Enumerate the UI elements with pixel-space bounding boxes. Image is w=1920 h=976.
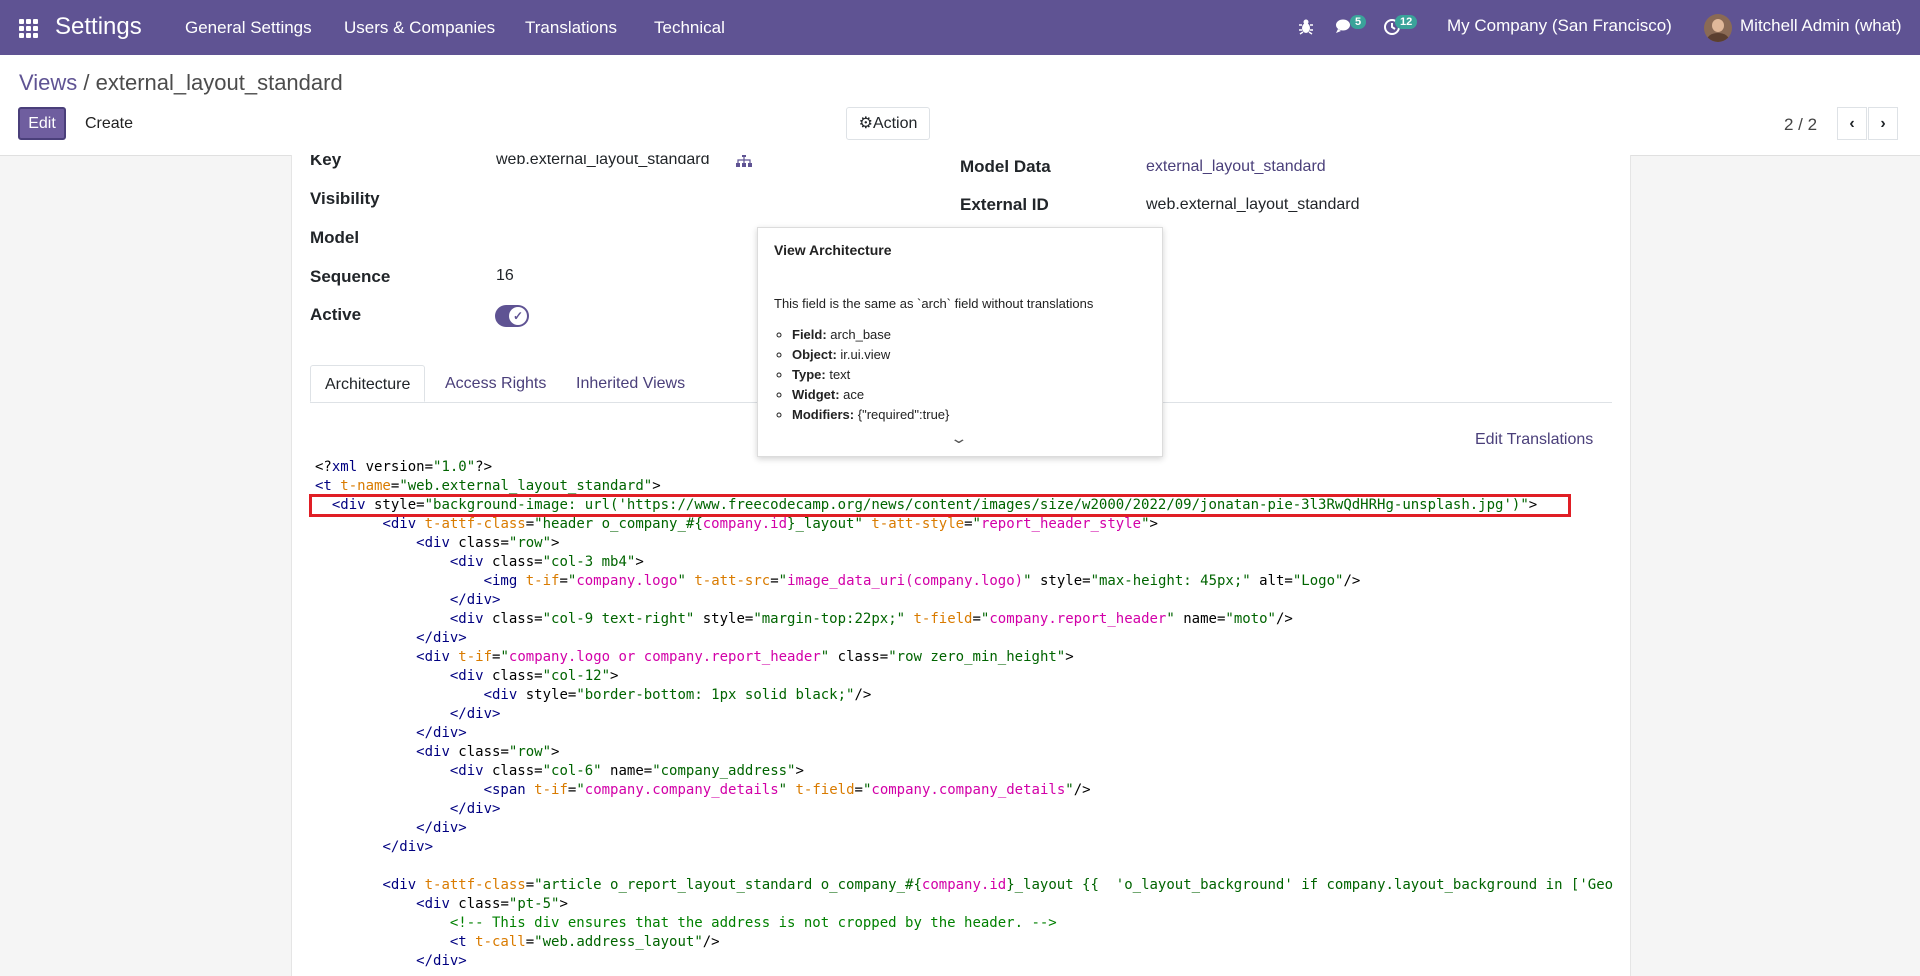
field-tooltip: View Architecture This field is the same… xyxy=(757,227,1163,457)
check-icon: ✓ xyxy=(509,307,527,325)
tooltip-item: Widget: ace xyxy=(792,385,949,405)
sequence-value[interactable]: 16 xyxy=(496,267,514,285)
visibility-label: Visibility xyxy=(310,189,380,208)
code-line: </div> xyxy=(382,839,434,855)
debug-bug-icon[interactable] xyxy=(1298,17,1314,40)
sequence-label: Sequence xyxy=(310,267,391,286)
hierarchy-icon[interactable] xyxy=(736,155,752,172)
tooltip-item: Object: ir.ui.view xyxy=(792,345,949,365)
action-button[interactable]: ⚙Action xyxy=(846,107,930,140)
chevron-down-icon: ⌄ xyxy=(949,430,969,446)
arch-code-editor[interactable]: <?xml version="1.0"?> <t t-name="web.exte… xyxy=(315,458,1613,971)
code-line: </div> xyxy=(416,820,467,836)
user-menu[interactable]: Mitchell Admin (what) xyxy=(1740,16,1902,36)
action-button-label: Action xyxy=(872,115,918,132)
tooltip-description: This field is the same as `arch` field w… xyxy=(774,296,1094,311)
user-avatar[interactable] xyxy=(1704,14,1732,42)
code-line: </div> xyxy=(449,801,501,817)
tooltip-item: Field: arch_base xyxy=(792,325,949,345)
code-line: </div> xyxy=(416,630,467,646)
key-label: Key xyxy=(310,155,342,169)
tab-architecture[interactable]: Architecture xyxy=(310,365,426,402)
tab-access-rights[interactable]: Access Rights xyxy=(431,365,560,402)
tooltip-details: Field: arch_base Object: ir.ui.view Type… xyxy=(792,325,949,425)
active-label: Active xyxy=(310,305,362,324)
apps-menu-icon[interactable] xyxy=(19,19,38,38)
code-line: <div class="col-6" name="company_address… xyxy=(449,763,804,779)
code-line: <span t-if="company.company_details" t-f… xyxy=(483,782,1091,798)
code-line: </div> xyxy=(449,706,501,722)
code-line: <?xml version="1.0"?> xyxy=(315,459,493,475)
highlight-box xyxy=(309,494,1571,517)
activities-count-badge: 12 xyxy=(1395,15,1418,29)
menu-general-settings[interactable]: General Settings xyxy=(185,18,312,38)
external-id-label: External ID xyxy=(960,195,1049,214)
code-line: <div class="col-9 text-right" style="mar… xyxy=(449,611,1293,627)
code-line: <div class="row"> xyxy=(416,744,560,760)
code-line: <div class="col-3 mb4"> xyxy=(449,554,644,570)
menu-technical[interactable]: Technical xyxy=(654,18,725,38)
code-line: <div class="col-12"> xyxy=(449,668,619,684)
breadcrumb-separator: / xyxy=(77,70,96,95)
tooltip-title: View Architecture xyxy=(774,242,892,258)
breadcrumb-views-link[interactable]: Views xyxy=(19,70,77,95)
menu-users-companies[interactable]: Users & Companies xyxy=(344,18,495,38)
code-line: </div> xyxy=(449,592,501,608)
external-id-value: web.external_layout_standard xyxy=(1146,196,1360,213)
code-line: <div t-if="company.logo or company.repor… xyxy=(416,649,1074,665)
model-data-label: Model Data xyxy=(960,157,1051,176)
app-brand[interactable]: Settings xyxy=(55,13,142,41)
edit-button[interactable]: Edit xyxy=(18,107,66,140)
tooltip-item: Type: text xyxy=(792,365,949,385)
chevron-left-icon: ‹ xyxy=(1849,115,1855,132)
edit-translations-link[interactable]: Edit Translations xyxy=(1475,431,1593,449)
code-line: <!-- This div ensures that the address i… xyxy=(449,915,1057,931)
model-data-link[interactable]: external_layout_standard xyxy=(1146,158,1326,176)
top-navbar: Settings General Settings Users & Compan… xyxy=(0,0,1920,55)
code-line: </div> xyxy=(416,953,467,969)
chevron-right-icon: › xyxy=(1880,115,1886,132)
code-line: <div t-attf-class="header o_company_#{co… xyxy=(382,516,1158,532)
key-value[interactable]: web.external_layout_standard xyxy=(496,155,709,169)
tooltip-item: Modifiers: {"required":true} xyxy=(792,405,949,425)
pager-previous-button[interactable]: ‹ xyxy=(1837,107,1867,140)
breadcrumb: Views / external_layout_standard xyxy=(19,70,343,96)
pager-next-button[interactable]: › xyxy=(1868,107,1898,140)
code-line: <t t-call="web.address_layout"/> xyxy=(449,934,720,950)
menu-translations[interactable]: Translations xyxy=(525,18,617,38)
code-line: <div t-attf-class="article o_report_layo… xyxy=(382,877,1614,893)
gear-icon: ⚙ xyxy=(858,115,873,132)
breadcrumb-current: external_layout_standard xyxy=(95,70,343,95)
active-toggle[interactable]: ✓ xyxy=(495,305,529,327)
pager-value[interactable]: 2 / 2 xyxy=(1784,115,1817,135)
messages-count-badge: 5 xyxy=(1350,15,1367,29)
control-panel: Views / external_layout_standard Edit Cr… xyxy=(0,55,1920,156)
code-line: <img t-if="company.logo" t-att-src="imag… xyxy=(483,573,1361,589)
create-button[interactable]: Create xyxy=(74,107,144,140)
company-switcher[interactable]: My Company (San Francisco) xyxy=(1447,16,1672,36)
code-line: </div> xyxy=(416,725,467,741)
code-line: <div class="pt-5"> xyxy=(416,896,568,912)
model-label: Model xyxy=(310,228,360,247)
code-line: <div style="border-bottom: 1px solid bla… xyxy=(483,687,872,703)
code-line: <div class="row"> xyxy=(416,535,560,551)
tab-inherited-views[interactable]: Inherited Views xyxy=(562,365,699,402)
